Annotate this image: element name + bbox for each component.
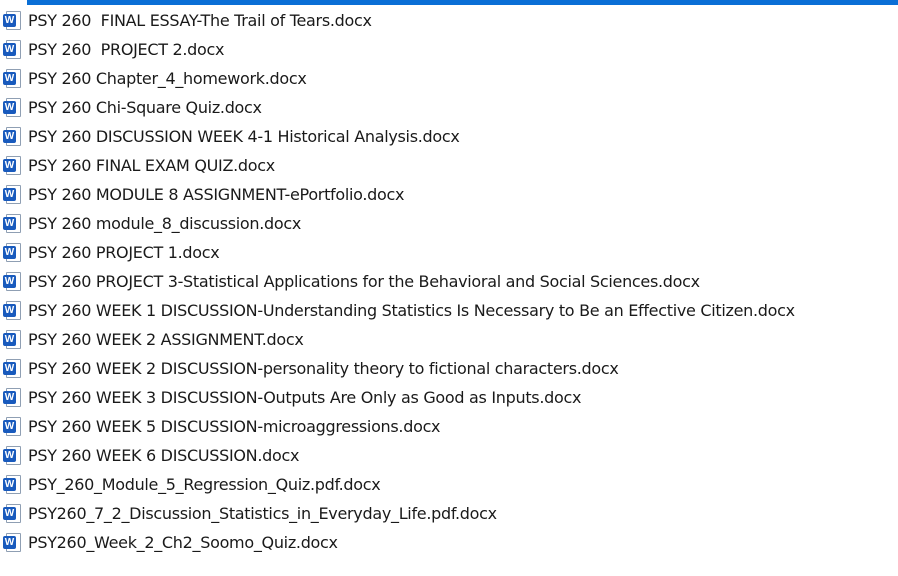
file-list-item[interactable]: W PSY 260 PROJECT 2.docx: [0, 35, 898, 64]
file-name: PSY_260_Module_5_Regression_Quiz.pdf.doc…: [28, 475, 381, 494]
file-name: PSY 260 WEEK 2 ASSIGNMENT.docx: [28, 330, 304, 349]
file-name: PSY 260 PROJECT 3-Statistical Applicatio…: [28, 272, 700, 291]
file-list-item[interactable]: W PSY 260 PROJECT 1.docx: [0, 238, 898, 267]
file-list-item[interactable]: W PSY 260 WEEK 2 ASSIGNMENT.docx: [0, 325, 898, 354]
file-name: PSY 260 module_8_discussion.docx: [28, 214, 302, 233]
word-document-icon: W: [3, 155, 23, 176]
file-list-item[interactable]: W PSY 260 Chi-Square Quiz.docx: [0, 93, 898, 122]
word-document-icon: W: [3, 416, 23, 437]
word-document-icon: W: [3, 68, 23, 89]
file-name: PSY 260 FINAL ESSAY-The Trail of Tears.d…: [28, 11, 372, 30]
word-document-icon: W: [3, 387, 23, 408]
file-name: PSY 260 PROJECT 2.docx: [28, 40, 225, 59]
file-list-item[interactable]: W PSY 260 FINAL EXAM QUIZ.docx: [0, 151, 898, 180]
file-name: PSY 260 Chapter_4_homework.docx: [28, 69, 307, 88]
file-list-item[interactable]: W PSY 260 DISCUSSION WEEK 4-1 Historical…: [0, 122, 898, 151]
file-name: PSY 260 WEEK 6 DISCUSSION.docx: [28, 446, 300, 465]
file-list-item[interactable]: W PSY 260 module_8_discussion.docx: [0, 209, 898, 238]
file-list-item[interactable]: W PSY260_Week_2_Ch2_Soomo_Quiz.docx: [0, 528, 898, 557]
word-document-icon: W: [3, 358, 23, 379]
word-document-icon: W: [3, 126, 23, 147]
word-document-icon: W: [3, 97, 23, 118]
file-list: W PSY 260 FINAL ESSAY-The Trail of Tears…: [0, 6, 898, 557]
file-list-item[interactable]: W PSY 260 FINAL ESSAY-The Trail of Tears…: [0, 6, 898, 35]
word-document-icon: W: [3, 445, 23, 466]
file-list-item[interactable]: W PSY 260 MODULE 8 ASSIGNMENT-ePortfolio…: [0, 180, 898, 209]
word-document-icon: W: [3, 329, 23, 350]
file-list-item[interactable]: W PSY 260 WEEK 2 DISCUSSION-personality …: [0, 354, 898, 383]
word-document-icon: W: [3, 474, 23, 495]
file-list-item[interactable]: W PSY 260 WEEK 1 DISCUSSION-Understandin…: [0, 296, 898, 325]
file-name: PSY260_7_2_Discussion_Statistics_in_Ever…: [28, 504, 497, 523]
word-document-icon: W: [3, 39, 23, 60]
file-name: PSY 260 DISCUSSION WEEK 4-1 Historical A…: [28, 127, 460, 146]
selected-item-highlight: [27, 0, 898, 5]
file-name: PSY260_Week_2_Ch2_Soomo_Quiz.docx: [28, 533, 338, 552]
file-name: PSY 260 WEEK 3 DISCUSSION-Outputs Are On…: [28, 388, 582, 407]
word-document-icon: W: [3, 503, 23, 524]
file-list-item[interactable]: W PSY 260 Chapter_4_homework.docx: [0, 64, 898, 93]
file-list-item[interactable]: W PSY 260 WEEK 6 DISCUSSION.docx: [0, 441, 898, 470]
file-name: PSY 260 WEEK 2 DISCUSSION-personality th…: [28, 359, 619, 378]
word-document-icon: W: [3, 10, 23, 31]
word-document-icon: W: [3, 213, 23, 234]
file-name: PSY 260 PROJECT 1.docx: [28, 243, 220, 262]
file-list-item[interactable]: W PSY260_7_2_Discussion_Statistics_in_Ev…: [0, 499, 898, 528]
file-name: PSY 260 WEEK 5 DISCUSSION-microaggressio…: [28, 417, 441, 436]
file-name: PSY 260 WEEK 1 DISCUSSION-Understanding …: [28, 301, 795, 320]
file-list-item[interactable]: W PSY_260_Module_5_Regression_Quiz.pdf.d…: [0, 470, 898, 499]
file-name: PSY 260 MODULE 8 ASSIGNMENT-ePortfolio.d…: [28, 185, 405, 204]
file-name: PSY 260 Chi-Square Quiz.docx: [28, 98, 262, 117]
word-document-icon: W: [3, 300, 23, 321]
word-document-icon: W: [3, 271, 23, 292]
file-list-item[interactable]: W PSY 260 PROJECT 3-Statistical Applicat…: [0, 267, 898, 296]
file-name: PSY 260 FINAL EXAM QUIZ.docx: [28, 156, 275, 175]
file-list-item[interactable]: W PSY 260 WEEK 3 DISCUSSION-Outputs Are …: [0, 383, 898, 412]
word-document-icon: W: [3, 184, 23, 205]
file-list-item[interactable]: W PSY 260 WEEK 5 DISCUSSION-microaggress…: [0, 412, 898, 441]
word-document-icon: W: [3, 532, 23, 553]
word-document-icon: W: [3, 242, 23, 263]
